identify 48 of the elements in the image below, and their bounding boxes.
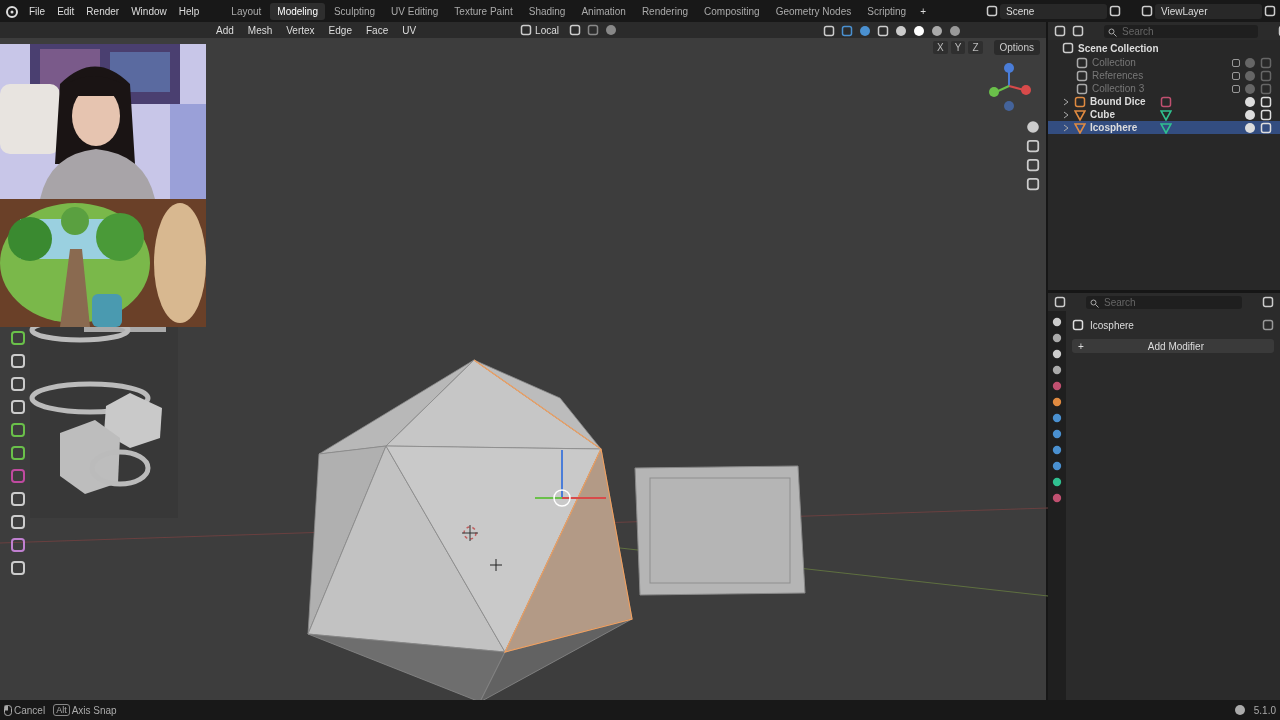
mirror-axis-toggle[interactable]: Z [968,41,983,54]
object-name: Icosphere [1090,319,1135,331]
mirror-axis-toggle[interactable]: Y [950,41,966,54]
outliner-item-label: Bound Dice [1090,96,1147,107]
outliner-item-label: Collection 3 [1092,83,1146,94]
outliner-row[interactable]: Cube [1048,108,1280,121]
workspace-tab[interactable]: Scripting [860,2,914,20]
menu-item[interactable]: Vertex [282,24,319,36]
menu-item[interactable]: File [24,3,51,19]
workspace-tab[interactable]: Texture Paint [447,2,520,20]
workspace-tab[interactable]: Shading [521,2,573,20]
version-label: 5.1.0 [1253,704,1276,716]
outliner-row[interactable]: Bound Dice [1048,95,1280,108]
options-dropdown[interactable]: Options [993,40,1040,55]
menu-item[interactable]: Face [361,24,393,36]
menu-item[interactable]: Mesh [243,24,277,36]
search-field[interactable]: Search [1104,24,1258,38]
outliner-item-label: Cube [1090,109,1116,120]
outliner-item-label: Collection [1092,57,1137,68]
workspace-tab[interactable]: Geometry Nodes [768,2,859,20]
mirror-axis-toggle[interactable]: X [933,41,948,54]
transform-orientation-dropdown[interactable]: Local [516,24,563,36]
menu-item[interactable]: Render [81,3,125,19]
add-modifier-button[interactable]: + Add Modifier [1072,339,1274,353]
status-hint: Cancel [14,704,46,716]
key-label: Alt [53,704,70,716]
view-layer-field[interactable]: ViewLayer [1155,3,1262,19]
menu-item[interactable]: UV [398,24,421,36]
outliner-item-label: Icosphere [1090,122,1139,133]
workspace-tab[interactable]: Sculpting [326,2,383,20]
workspace-tab[interactable]: Layout [224,2,269,20]
scene-field[interactable]: Scene [1000,3,1107,19]
status-hint: Axis Snap [71,704,117,716]
menu-item[interactable]: Add [212,24,238,36]
add-workspace-button[interactable]: + [915,3,931,19]
outliner-item-label: References [1092,70,1145,81]
outliner-row[interactable]: Icosphere [1048,121,1280,134]
scene-collection-label[interactable]: Scene Collection [1078,42,1272,54]
menu-item[interactable]: Window [126,3,172,19]
workspace-tab[interactable]: Compositing [697,2,767,20]
workspace-tab[interactable]: Modeling [270,2,325,20]
menu-item[interactable]: Help [173,3,205,19]
menu-item[interactable]: Edge [324,24,356,36]
menu-item[interactable]: Edit [52,3,80,19]
search-field[interactable]: Search [1086,295,1242,309]
workspace-tab[interactable]: UV Editing [384,2,446,20]
workspace-tab[interactable]: Animation [574,2,633,20]
workspace-tab[interactable]: Rendering [634,2,696,20]
